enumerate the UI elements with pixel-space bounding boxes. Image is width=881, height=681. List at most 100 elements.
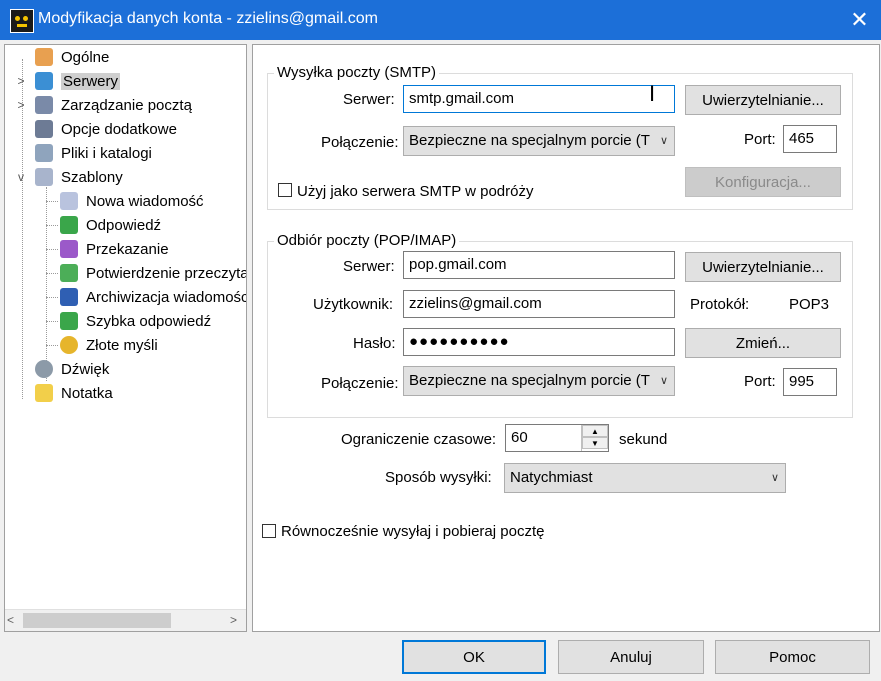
scroll-right-icon[interactable]: > bbox=[230, 613, 237, 627]
tree-item-note[interactable]: Notatka bbox=[35, 382, 113, 404]
templates-icon bbox=[35, 168, 53, 186]
title-bar: Modyfikacja danych konta - zzielins@gmai… bbox=[0, 0, 881, 40]
smtp-roaming-checkbox[interactable] bbox=[278, 183, 292, 197]
note-icon bbox=[35, 384, 53, 402]
expand-servers-chevron-icon[interactable]: > bbox=[15, 74, 27, 88]
smtp-group-title: Wysyłka poczty (SMTP) bbox=[274, 64, 440, 81]
text-cursor-icon: I bbox=[649, 81, 656, 106]
tree-item-label: Nowa wiadomość bbox=[86, 192, 204, 210]
pop-server-input[interactable]: pop.gmail.com bbox=[403, 251, 675, 279]
pop-user-label: Użytkownik: bbox=[313, 296, 394, 313]
pop-port-input[interactable]: 995 bbox=[783, 368, 837, 396]
scroll-thumb[interactable] bbox=[23, 613, 171, 628]
pop-server-label: Serwer: bbox=[343, 258, 395, 275]
send-mode-value: Natychmiast bbox=[510, 469, 593, 486]
tree-item-files[interactable]: Pliki i katalogi bbox=[35, 142, 152, 164]
tree-line bbox=[46, 345, 58, 346]
servers-icon bbox=[35, 72, 53, 90]
tree-line bbox=[46, 249, 58, 250]
pop-connection-value: Bezpieczne na specjalnym porcie (T bbox=[409, 372, 650, 389]
horizontal-scrollbar[interactable]: < > bbox=[5, 609, 246, 631]
smtp-server-input[interactable]: smtp.gmail.com bbox=[403, 85, 675, 113]
tree-item-label: Notatka bbox=[61, 384, 113, 402]
help-button[interactable]: Pomoc bbox=[715, 640, 870, 674]
tree-item-quotes[interactable]: Złote myśli bbox=[60, 334, 158, 356]
tree-item-label: Przekazanie bbox=[86, 240, 169, 258]
timeout-stepper[interactable]: ▲ ▼ bbox=[581, 425, 608, 451]
stepper-up-icon[interactable]: ▲ bbox=[582, 425, 608, 437]
smtp-connection-value: Bezpieczne na specjalnym porcie (T bbox=[409, 132, 650, 149]
tree-item-reply[interactable]: Odpowiedź bbox=[60, 214, 161, 236]
stepper-down-icon[interactable]: ▼ bbox=[582, 437, 608, 449]
collapse-templates-chevron-icon[interactable]: v bbox=[15, 170, 27, 184]
archive-icon bbox=[60, 288, 78, 306]
tree-item-general[interactable]: Ogólne bbox=[35, 46, 109, 68]
reply-icon bbox=[60, 216, 78, 234]
tree-item-forward[interactable]: Przekazanie bbox=[60, 238, 169, 260]
send-mode-select[interactable]: Natychmiast ∨ bbox=[504, 463, 786, 493]
pop-auth-button[interactable]: Uwierzytelnianie... bbox=[685, 252, 841, 282]
quotes-icon bbox=[60, 336, 78, 354]
tree-item-sound[interactable]: Dźwięk bbox=[35, 358, 109, 380]
expand-mail-management-chevron-icon[interactable]: > bbox=[15, 98, 27, 112]
smtp-server-label: Serwer: bbox=[343, 91, 395, 108]
tree-item-mail-management[interactable]: Zarządzanie pocztą bbox=[35, 94, 192, 116]
timeout-unit-label: sekund bbox=[619, 431, 668, 448]
pop-port-label: Port: bbox=[744, 373, 776, 390]
tree-item-quick-reply[interactable]: Szybka odpowiedź bbox=[60, 310, 211, 332]
pop-password-label: Hasło: bbox=[353, 335, 396, 352]
pop-change-password-button[interactable]: Zmień... bbox=[685, 328, 841, 358]
tree-line bbox=[46, 187, 47, 381]
send-mode-label: Sposób wysyłki: bbox=[385, 469, 492, 486]
tree-item-templates[interactable]: Szablony bbox=[35, 166, 123, 188]
forward-icon bbox=[60, 240, 78, 258]
tree-item-servers[interactable]: Serwery bbox=[35, 70, 121, 92]
timeout-label: Ograniczenie czasowe: bbox=[341, 431, 497, 448]
options-icon bbox=[35, 120, 53, 138]
settings-tree[interactable]: > > v Ogólne Serwery Zarządzanie pocztą … bbox=[4, 44, 247, 632]
smtp-port-label: Port: bbox=[744, 131, 776, 148]
smtp-connection-select[interactable]: Bezpieczne na specjalnym porcie (T ∨ bbox=[403, 126, 675, 156]
new-message-icon bbox=[60, 192, 78, 210]
simultaneous-checkbox[interactable] bbox=[262, 524, 276, 538]
chevron-down-icon: ∨ bbox=[659, 375, 668, 387]
pop-protocol-value: POP3 bbox=[789, 296, 830, 313]
chevron-down-icon: ∨ bbox=[770, 472, 779, 484]
pop-protocol-label: Protokół: bbox=[690, 296, 750, 313]
tree-line bbox=[46, 297, 58, 298]
chevron-down-icon: ∨ bbox=[659, 135, 668, 147]
smtp-config-button[interactable]: Konfiguracja... bbox=[685, 167, 841, 197]
tree-item-label: Serwery bbox=[61, 72, 121, 90]
smtp-auth-button[interactable]: Uwierzytelnianie... bbox=[685, 85, 841, 115]
tree-item-label: Opcje dodatkowe bbox=[61, 120, 177, 138]
tree-item-label: Zarządzanie pocztą bbox=[61, 96, 192, 114]
tree-item-label: Archiwizacja wiadomości bbox=[86, 288, 247, 306]
general-icon bbox=[35, 48, 53, 66]
tree-item-label: Potwierdzenie przeczytania bbox=[86, 264, 247, 282]
quick-reply-icon bbox=[60, 312, 78, 330]
app-icon bbox=[10, 9, 34, 33]
pop-user-input[interactable]: zzielins@gmail.com bbox=[403, 290, 675, 318]
tree-line bbox=[46, 321, 58, 322]
close-icon: ✕ bbox=[850, 7, 869, 32]
window-title: Modyfikacja danych konta - zzielins@gmai… bbox=[38, 10, 378, 27]
cancel-button[interactable]: Anuluj bbox=[558, 640, 704, 674]
ok-button[interactable]: OK bbox=[402, 640, 546, 674]
smtp-port-input[interactable]: 465 bbox=[783, 125, 837, 153]
settings-panel: Wysyłka poczty (SMTP) Serwer: smtp.gmail… bbox=[252, 44, 880, 632]
tree-item-read-receipt[interactable]: Potwierdzenie przeczytania bbox=[60, 262, 247, 284]
tree-item-label: Dźwięk bbox=[61, 360, 110, 378]
pop-group-title: Odbiór poczty (POP/IMAP) bbox=[274, 232, 460, 249]
close-button[interactable]: ✕ bbox=[838, 0, 881, 40]
pop-connection-label: Połączenie: bbox=[321, 375, 399, 392]
simultaneous-label: Równocześnie wysyłaj i pobieraj pocztę bbox=[281, 523, 545, 540]
scroll-left-icon[interactable]: < bbox=[7, 613, 14, 627]
tree-item-archive[interactable]: Archiwizacja wiadomości bbox=[60, 286, 247, 308]
tree-item-new-message[interactable]: Nowa wiadomość bbox=[60, 190, 204, 212]
pop-connection-select[interactable]: Bezpieczne na specjalnym porcie (T ∨ bbox=[403, 366, 675, 396]
pop-password-input[interactable]: ●●●●●●●●●● bbox=[403, 328, 675, 356]
tree-item-label: Pliki i katalogi bbox=[61, 144, 152, 162]
smtp-connection-label: Połączenie: bbox=[321, 134, 399, 151]
tree-item-options[interactable]: Opcje dodatkowe bbox=[35, 118, 177, 140]
smtp-roaming-label: Użyj jako serwera SMTP w podróży bbox=[297, 183, 534, 200]
